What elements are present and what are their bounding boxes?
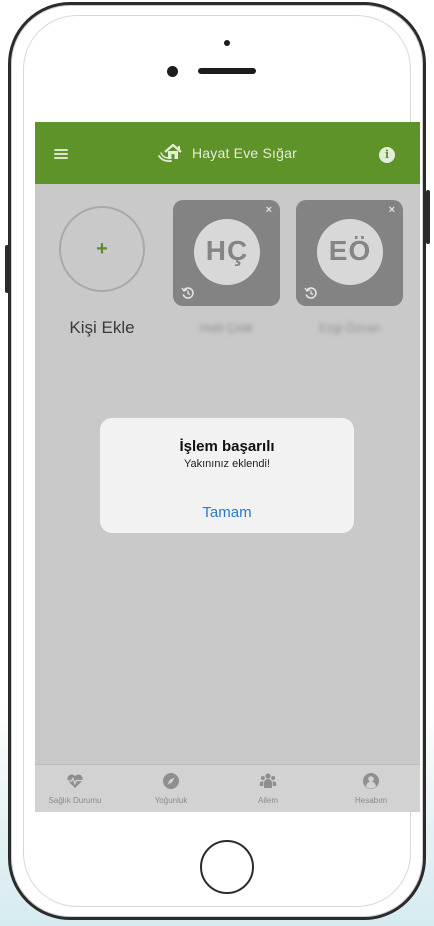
app-bar: Hayat Eve Sığar i [35,122,420,184]
dialog-ok-button[interactable]: Tamam [100,504,354,521]
avatar-initials: EÖ [328,235,372,266]
bottom-tab-bar: Sağlık Durumu Yoğunluk Ailem Hesabım [35,764,420,812]
tab-ailem[interactable]: Ailem [228,765,308,812]
avatar: EÖ [317,219,383,285]
tab-label: Ailem [257,796,278,805]
person-card-eo[interactable]: EÖ × [296,200,403,306]
proximity-sensor [224,40,230,46]
app-screen: Hayat Eve Sığar i + Kişi Ekle HÇ × Halil… [35,122,420,812]
hamburger-menu-icon[interactable] [54,149,68,159]
remove-person-icon[interactable]: × [266,204,272,216]
add-person-button[interactable]: + [59,206,145,292]
tab-saglik-durumu[interactable]: Sağlık Durumu [35,765,115,812]
volume-button [5,245,9,293]
power-button [426,190,430,244]
house-hands-logo-icon [158,143,182,163]
tab-label: Hesabım [354,796,387,805]
tab-label: Sağlık Durumu [48,796,102,805]
person-card-hc[interactable]: HÇ × [173,200,280,306]
front-camera [167,66,178,77]
tab-label: Yoğunluk [154,796,188,805]
earpiece-speaker [198,68,256,74]
user-circle-icon [363,773,379,789]
dialog-message: Yakınınız eklendi! [183,458,270,470]
success-alert-dialog: İşlem başarılı Yakınınız eklendi! Tamam [100,418,354,533]
app-brand: Hayat Eve Sığar [157,142,297,164]
compass-icon [163,773,179,789]
tab-hesabim[interactable]: Hesabım [331,765,411,812]
add-person-label: Kişi Ekle [69,318,135,337]
info-icon[interactable]: i [379,147,395,163]
users-icon [259,773,277,788]
person-name-hc: Halil Çelik [199,321,254,335]
tab-yogunluk[interactable]: Yoğunluk [131,765,211,812]
person-name-eo: Ezgi Özcan [318,321,381,335]
remove-person-icon[interactable]: × [389,204,395,216]
plus-icon: + [96,238,108,260]
avatar: HÇ [194,219,260,285]
avatar-initials: HÇ [205,235,249,266]
home-button[interactable] [200,840,254,894]
history-icon[interactable] [181,286,195,300]
dialog-title: İşlem başarılı [179,438,275,455]
heart-pulse-icon [67,774,83,788]
app-title: Hayat Eve Sığar [192,145,297,161]
history-icon[interactable] [304,286,318,300]
